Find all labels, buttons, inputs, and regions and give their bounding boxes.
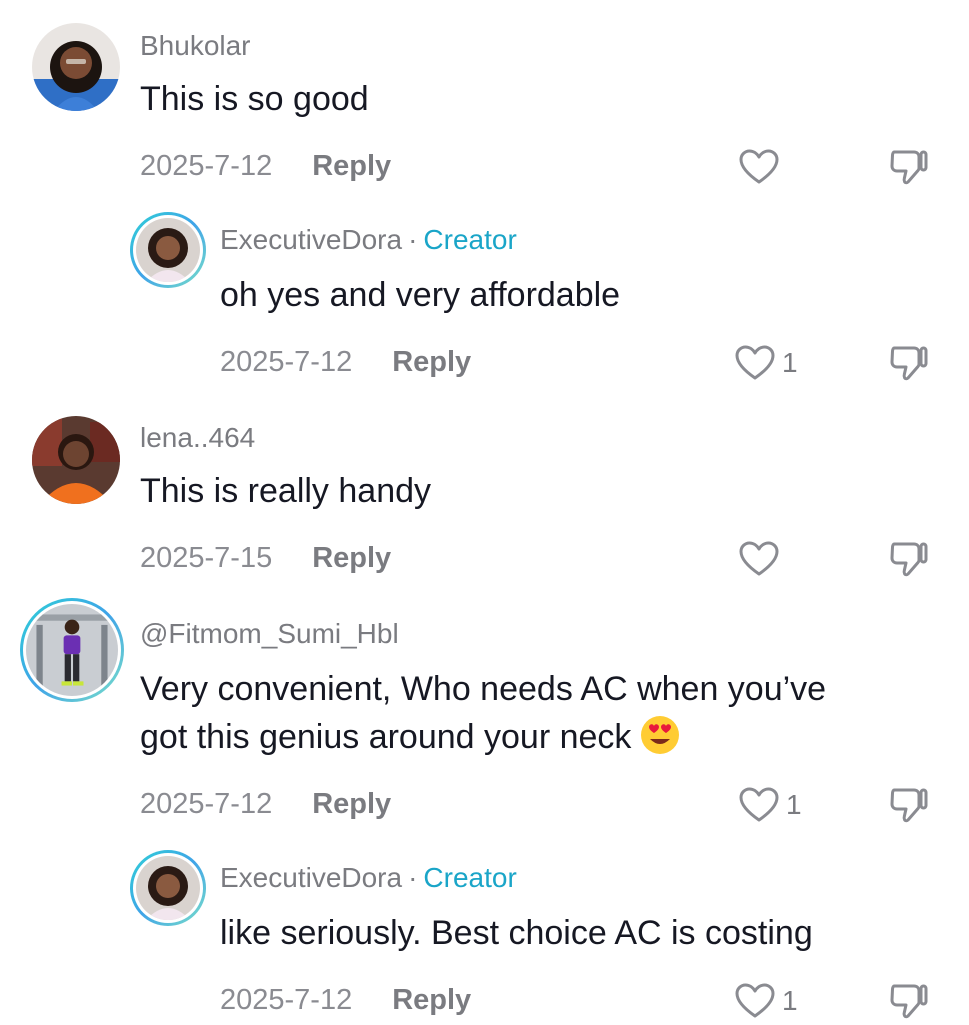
thumbs-down-icon: [886, 146, 930, 186]
heart-outline-icon: [738, 540, 780, 578]
username[interactable]: @Fitmom_Sumi_Hbl: [140, 618, 399, 650]
thumbs-down-icon: [886, 342, 930, 382]
heart-outline-icon: [738, 786, 780, 824]
comment-meta: 2025-7-12 Reply: [140, 788, 391, 821]
comment-date: 2025-7-12: [140, 788, 273, 820]
username-line: ExecutiveDora · Creator: [220, 862, 517, 894]
thumbs-down-icon: [886, 538, 930, 578]
dislike-button[interactable]: [886, 342, 930, 387]
creator-badge: Creator: [423, 862, 517, 893]
like-button[interactable]: [738, 540, 786, 578]
dislike-button[interactable]: [886, 784, 930, 829]
reply-button[interactable]: Reply: [312, 150, 391, 182]
username[interactable]: lena..464: [140, 422, 255, 454]
username[interactable]: Bhukolar: [140, 30, 251, 62]
like-count: 1: [782, 985, 798, 1016]
dislike-button[interactable]: [886, 980, 930, 1025]
comment-text: like seriously. Best choice AC is costin…: [220, 914, 813, 952]
comment-meta: 2025-7-12 Reply: [220, 346, 471, 379]
username-line: ExecutiveDora · Creator: [220, 224, 517, 256]
like-button[interactable]: 1: [734, 982, 798, 1020]
comment-date: 2025-7-15: [140, 542, 273, 574]
dislike-button[interactable]: [886, 538, 930, 583]
comment-date: 2025-7-12: [220, 346, 353, 378]
like-button[interactable]: 1: [734, 344, 798, 382]
comment-meta: 2025-7-12 Reply: [220, 984, 471, 1017]
heart-outline-icon: [734, 344, 776, 382]
avatar[interactable]: [20, 598, 124, 702]
username[interactable]: ExecutiveDora: [220, 862, 402, 893]
comment-text-line1: Very convenient, Who needs AC when you’v…: [140, 670, 827, 708]
comment-date: 2025-7-12: [220, 984, 353, 1016]
thumbs-down-icon: [886, 980, 930, 1020]
heart-outline-icon: [734, 982, 776, 1020]
heart-eyes-emoji: [641, 716, 680, 754]
comment-text: oh yes and very affordable: [220, 276, 621, 314]
avatar[interactable]: [32, 416, 120, 504]
comment-meta: 2025-7-12 Reply: [140, 150, 391, 183]
thumbs-down-icon: [886, 784, 930, 824]
reply-button[interactable]: Reply: [392, 346, 471, 378]
heart-outline-icon: [738, 148, 780, 186]
avatar[interactable]: [32, 23, 120, 111]
separator: ·: [408, 224, 418, 255]
dislike-button[interactable]: [886, 146, 930, 191]
comment-text: This is really handy: [140, 472, 432, 510]
avatar[interactable]: [130, 212, 206, 288]
like-count: 1: [782, 347, 798, 378]
avatar[interactable]: [130, 850, 206, 926]
like-count: 1: [786, 789, 802, 820]
reply-button[interactable]: Reply: [312, 542, 391, 574]
username[interactable]: ExecutiveDora: [220, 224, 402, 255]
comment-text-line2: got this genius around your neck: [140, 714, 681, 760]
reply-button[interactable]: Reply: [312, 788, 391, 820]
comment-text-line2-text: got this genius around your neck: [140, 718, 632, 756]
comment-date: 2025-7-12: [140, 150, 273, 182]
like-button[interactable]: 1: [738, 786, 802, 824]
comment-text: This is so good: [140, 80, 369, 118]
creator-badge: Creator: [423, 224, 517, 255]
separator: ·: [408, 862, 418, 893]
like-button[interactable]: [738, 148, 786, 186]
reply-button[interactable]: Reply: [392, 984, 471, 1016]
comment-meta: 2025-7-15 Reply: [140, 542, 391, 575]
